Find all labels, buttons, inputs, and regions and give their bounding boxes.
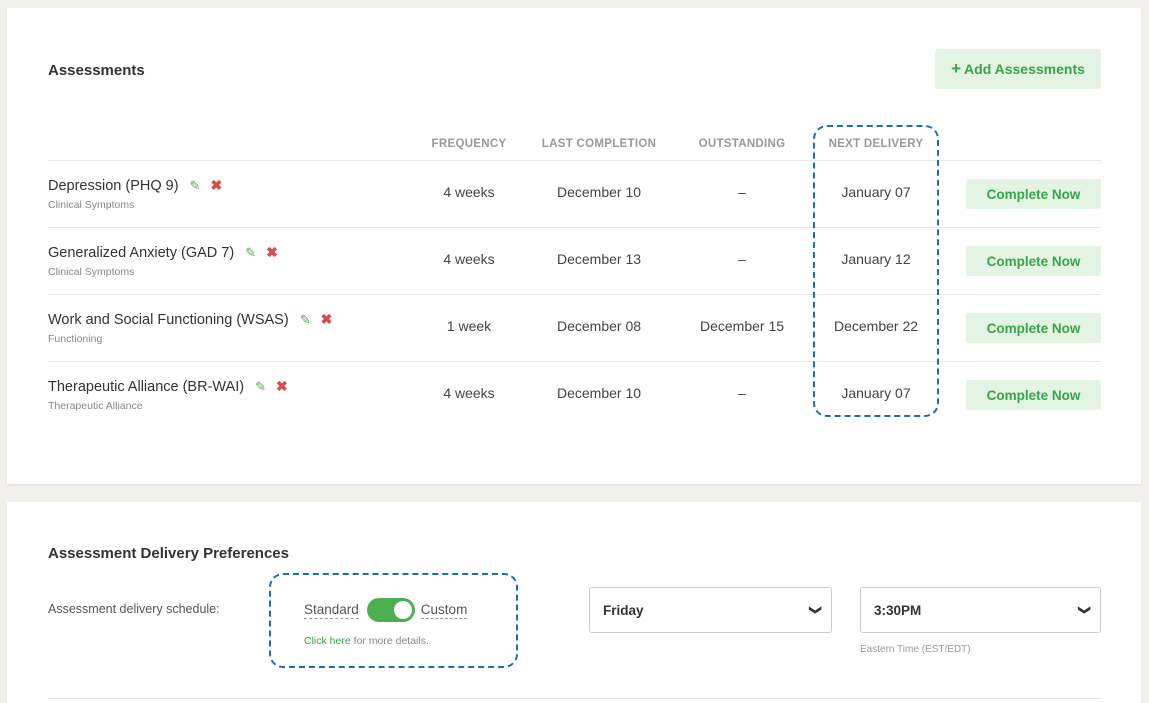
- assessments-card: Assessments + Add Assessments FREQUENCY …: [7, 8, 1141, 484]
- last-completion-cell: December 10: [556, 184, 642, 200]
- table-row: Therapeutic Alliance (BR-WAI) ✎ ✖ Therap…: [7, 362, 1141, 428]
- close-icon[interactable]: ✖: [321, 311, 333, 328]
- assessment-name: Work and Social Functioning (WSAS): [48, 311, 289, 328]
- pencil-icon[interactable]: ✎: [255, 379, 266, 395]
- plus-icon: +: [951, 59, 962, 78]
- complete-now-button[interactable]: Complete Now: [966, 380, 1101, 410]
- day-select-value: Friday: [603, 602, 644, 618]
- assessment-name: Generalized Anxiety (GAD 7): [48, 244, 235, 261]
- col-last-completion: LAST COMPLETION: [541, 138, 657, 150]
- close-icon[interactable]: ✖: [210, 177, 222, 194]
- frequency-cell: 4 weeks: [443, 251, 495, 267]
- assessment-category: Clinical Symptoms: [48, 199, 135, 211]
- chevron-down-icon: ❯: [1077, 604, 1092, 616]
- close-icon[interactable]: ✖: [276, 378, 288, 395]
- add-assessments-label: Add Assessments: [964, 61, 1085, 77]
- delivery-preferences-card: Assessment Delivery Preferences Assessme…: [7, 502, 1141, 703]
- complete-now-button[interactable]: Complete Now: [966, 313, 1101, 343]
- next-delivery-highlight: [813, 125, 939, 417]
- table-row: Depression (PHQ 9) ✎ ✖ Clinical Symptoms…: [7, 161, 1141, 227]
- pencil-icon[interactable]: ✎: [300, 312, 311, 328]
- assessment-category: Clinical Symptoms: [48, 266, 135, 278]
- assessment-name: Therapeutic Alliance (BR-WAI): [48, 378, 245, 395]
- day-select[interactable]: Friday ❯: [589, 587, 832, 633]
- table-row: Generalized Anxiety (GAD 7) ✎ ✖ Clinical…: [7, 228, 1141, 294]
- timezone-label: Eastern Time (EST/EDT): [860, 644, 971, 655]
- last-completion-cell: December 13: [556, 251, 642, 267]
- pencil-icon[interactable]: ✎: [245, 245, 256, 261]
- outstanding-cell: –: [738, 251, 746, 267]
- close-icon[interactable]: ✖: [266, 244, 278, 261]
- assessment-name: Depression (PHQ 9): [48, 177, 179, 194]
- complete-now-button[interactable]: Complete Now: [966, 179, 1101, 209]
- col-frequency: FREQUENCY: [431, 138, 507, 150]
- time-select[interactable]: 3:30PM ❯: [860, 587, 1101, 633]
- outstanding-cell: –: [738, 184, 746, 200]
- frequency-cell: 4 weeks: [443, 385, 495, 401]
- frequency-cell: 4 weeks: [443, 184, 495, 200]
- complete-now-button[interactable]: Complete Now: [966, 246, 1101, 276]
- pencil-icon[interactable]: ✎: [190, 178, 201, 194]
- preferences-title: Assessment Delivery Preferences: [48, 545, 289, 562]
- outstanding-cell: –: [738, 385, 746, 401]
- outstanding-cell: December 15: [699, 318, 785, 334]
- schedule-toggle-highlight: [269, 573, 518, 668]
- schedule-label: Assessment delivery schedule:: [48, 602, 220, 616]
- frequency-cell: 1 week: [446, 318, 492, 334]
- last-completion-cell: December 08: [556, 318, 642, 334]
- last-completion-cell: December 10: [556, 385, 642, 401]
- assessment-category: Therapeutic Alliance: [48, 400, 143, 412]
- time-select-value: 3:30PM: [874, 602, 922, 618]
- chevron-down-icon: ❯: [808, 604, 823, 616]
- assessment-category: Functioning: [48, 333, 103, 345]
- section-divider: [48, 698, 1101, 699]
- assessments-title: Assessments: [48, 62, 145, 79]
- col-outstanding: OUTSTANDING: [698, 138, 786, 150]
- table-row: Work and Social Functioning (WSAS) ✎ ✖ F…: [7, 295, 1141, 361]
- add-assessments-button[interactable]: + Add Assessments: [935, 49, 1101, 89]
